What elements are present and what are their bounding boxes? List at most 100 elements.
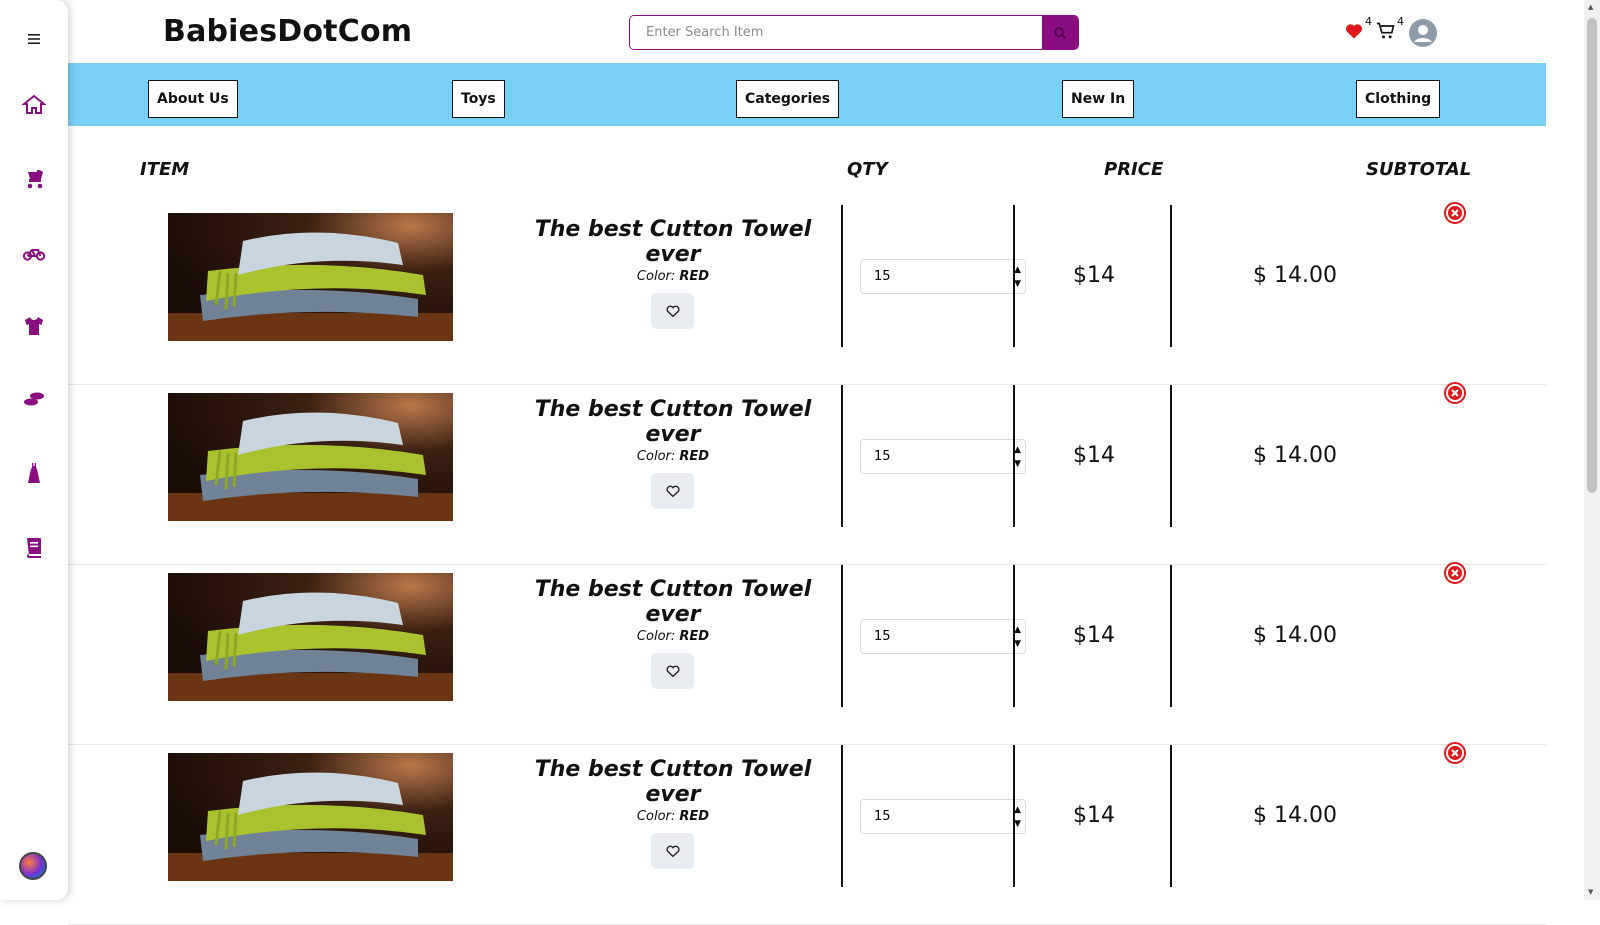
wishlist-button[interactable]: 4 <box>1344 15 1372 45</box>
column-divider <box>1170 565 1172 707</box>
product-image[interactable] <box>168 573 453 701</box>
scroll-up-icon[interactable]: ▲ <box>1588 3 1596 11</box>
search-bar <box>629 15 1079 50</box>
column-divider <box>841 385 843 527</box>
add-to-wishlist-button[interactable] <box>651 473 694 509</box>
stroller-icon[interactable] <box>18 163 50 195</box>
menu-icon[interactable] <box>18 23 50 55</box>
quantity-input[interactable] <box>861 269 991 284</box>
column-divider <box>1170 385 1172 527</box>
nav-about-us[interactable]: About Us <box>148 80 238 118</box>
scrollbar[interactable]: ▲ ▼ <box>1584 0 1600 900</box>
heart-outline-icon <box>665 845 680 858</box>
quantity-stepper[interactable]: ▲▼ <box>860 259 1026 294</box>
quantity-spinner[interactable]: ▲ ▼ <box>1014 443 1021 471</box>
heart-outline-icon <box>665 665 680 678</box>
quantity-stepper[interactable]: ▲▼ <box>860 619 1026 654</box>
cart-count: 4 <box>1397 15 1404 28</box>
item-subtotal: $ 14.00 <box>1253 443 1337 468</box>
decrement-arrow-icon[interactable]: ▼ <box>1014 277 1021 291</box>
book-icon[interactable] <box>18 531 50 563</box>
column-divider <box>1013 385 1015 527</box>
increment-arrow-icon[interactable]: ▲ <box>1014 443 1021 457</box>
nav-new-in[interactable]: New In <box>1062 80 1135 118</box>
remove-item-button[interactable] <box>1443 201 1467 225</box>
quantity-spinner[interactable]: ▲ ▼ <box>1014 623 1021 651</box>
column-divider <box>841 745 843 887</box>
towel-image <box>168 753 453 881</box>
column-divider <box>1013 745 1015 887</box>
color-value: RED <box>679 269 710 284</box>
color-label: Color: <box>636 809 676 824</box>
quantity-input[interactable] <box>861 809 991 824</box>
decrement-arrow-icon[interactable]: ▼ <box>1014 817 1021 831</box>
add-to-wishlist-button[interactable] <box>651 833 694 869</box>
shoes-icon[interactable] <box>18 383 50 415</box>
towel-image <box>168 393 453 521</box>
cart-item-row: The best Cutton Towel ever Color: RED ▲▼… <box>68 202 1546 385</box>
remove-item-button[interactable] <box>1443 381 1467 405</box>
quantity-input[interactable] <box>861 629 991 644</box>
column-divider <box>841 565 843 707</box>
increment-arrow-icon[interactable]: ▲ <box>1014 263 1021 277</box>
nav-clothing[interactable]: Clothing <box>1356 80 1441 118</box>
decrement-arrow-icon[interactable]: ▼ <box>1014 637 1021 651</box>
heart-outline-icon <box>665 485 680 498</box>
bicycle-icon[interactable] <box>18 237 50 269</box>
brand-logo[interactable]: BabiesDotCom <box>163 14 412 49</box>
quantity-stepper[interactable]: ▲▼ <box>860 799 1026 834</box>
product-color: Color: RED <box>523 449 823 464</box>
cart-item-row: The best Cutton Towel ever Color: RED ▲▼… <box>68 382 1546 565</box>
decrement-arrow-icon[interactable]: ▼ <box>1014 457 1021 471</box>
cart-item-row: The best Cutton Towel ever Color: RED ▲▼… <box>68 742 1546 925</box>
scrollbar-thumb[interactable] <box>1587 18 1597 493</box>
increment-arrow-icon[interactable]: ▲ <box>1014 803 1021 817</box>
towel-image <box>168 573 453 701</box>
item-price: $14 <box>1073 443 1115 468</box>
baby-clothes-icon[interactable] <box>18 310 50 342</box>
product-title[interactable]: The best Cutton Towel ever <box>523 577 823 627</box>
nav-toys[interactable]: Toys <box>452 80 505 118</box>
column-header-qty: QTY <box>847 159 888 180</box>
user-avatar[interactable] <box>19 852 47 880</box>
scroll-down-icon[interactable]: ▼ <box>1588 888 1596 896</box>
increment-arrow-icon[interactable]: ▲ <box>1014 623 1021 637</box>
towel-image <box>168 213 453 341</box>
remove-item-button[interactable] <box>1443 741 1467 765</box>
product-title[interactable]: The best Cutton Towel ever <box>523 757 823 807</box>
add-to-wishlist-button[interactable] <box>651 293 694 329</box>
close-circle-icon <box>1444 742 1466 764</box>
product-title[interactable]: The best Cutton Towel ever <box>523 217 823 267</box>
quantity-spinner[interactable]: ▲ ▼ <box>1014 263 1021 291</box>
column-header-subtotal: SUBTOTAL <box>1366 159 1472 180</box>
quantity-spinner[interactable]: ▲ ▼ <box>1014 803 1021 831</box>
product-image[interactable] <box>168 213 453 341</box>
dress-icon[interactable] <box>18 457 50 489</box>
cart-button[interactable]: 4 <box>1376 15 1404 45</box>
quantity-input[interactable] <box>861 449 991 464</box>
color-label: Color: <box>636 269 676 284</box>
item-price: $14 <box>1073 803 1115 828</box>
product-image[interactable] <box>168 753 453 881</box>
quantity-stepper[interactable]: ▲▼ <box>860 439 1026 474</box>
nav-categories[interactable]: Categories <box>736 80 840 118</box>
search-input[interactable] <box>630 16 1042 49</box>
topbar: BabiesDotCom 4 4 <box>68 0 1546 63</box>
product-image[interactable] <box>168 393 453 521</box>
remove-item-button[interactable] <box>1443 561 1467 585</box>
item-price: $14 <box>1073 263 1115 288</box>
item-price: $14 <box>1073 623 1115 648</box>
add-to-wishlist-button[interactable] <box>651 653 694 689</box>
header-actions: 4 4 <box>1344 15 1438 48</box>
home-icon[interactable] <box>18 89 50 121</box>
user-icon[interactable] <box>1408 18 1438 48</box>
column-divider <box>1013 565 1015 707</box>
column-header-price: PRICE <box>1104 159 1164 180</box>
product-title[interactable]: The best Cutton Towel ever <box>523 397 823 447</box>
color-label: Color: <box>636 449 676 464</box>
sidebar <box>0 0 68 900</box>
item-subtotal: $ 14.00 <box>1253 263 1337 288</box>
item-subtotal: $ 14.00 <box>1253 803 1337 828</box>
search-button[interactable] <box>1042 16 1078 49</box>
cart-icon <box>1376 22 1395 39</box>
